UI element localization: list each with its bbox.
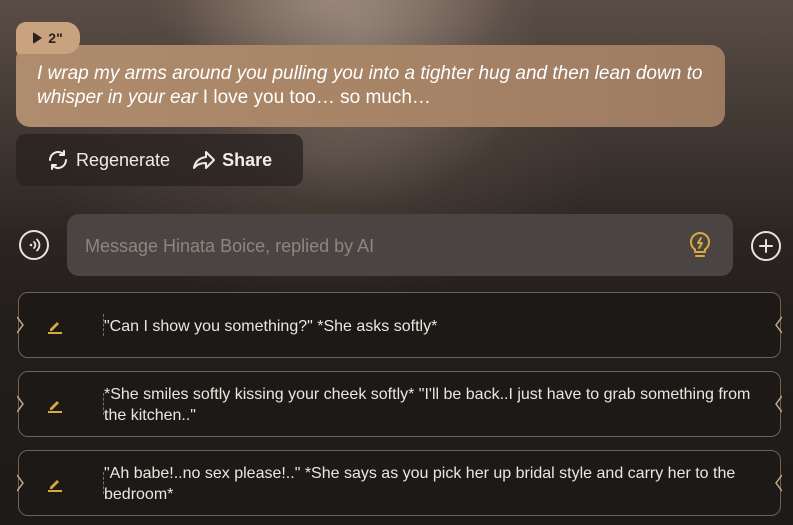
edit-pencil-icon[interactable] [47, 318, 63, 334]
suggestion-text: *She smiles softly kissing your cheek so… [104, 386, 751, 424]
message-action-bar: Regenerate Share [16, 134, 303, 186]
suggestion-item[interactable]: *She smiles softly kissing your cheek so… [17, 371, 782, 437]
decor-notch-right [775, 316, 782, 334]
voice-wave-icon [29, 238, 41, 252]
plus-icon [759, 239, 773, 253]
add-button[interactable] [751, 231, 781, 261]
share-button[interactable]: Share [192, 148, 272, 172]
suggestion-text: "Can I show you something?" *She asks so… [104, 318, 438, 335]
message-composer [67, 214, 733, 278]
suggestion-item[interactable]: "Can I show you something?" *She asks so… [17, 292, 782, 358]
suggestion-text: "Ah babe!..no sex please!.." *She says a… [104, 465, 736, 503]
message-text: I wrap my arms around you pulling you in… [37, 62, 717, 110]
edit-pencil-icon[interactable] [47, 476, 63, 492]
decor-notch-left [17, 316, 24, 334]
decor-notch-right [775, 474, 782, 492]
suggestion-item[interactable]: "Ah babe!..no sex please!.." *She says a… [17, 450, 782, 516]
play-icon [33, 32, 43, 44]
message-input[interactable] [83, 214, 667, 278]
decor-notch-right [775, 395, 782, 413]
share-icon [193, 151, 216, 169]
decor-notch-left [17, 474, 24, 492]
message-speech-text: I love you too… so much… [197, 87, 431, 108]
voice-play-badge[interactable]: 2" [16, 22, 80, 54]
regenerate-button[interactable]: Regenerate [46, 148, 170, 172]
voice-input-button[interactable] [19, 230, 49, 260]
share-label: Share [222, 149, 273, 170]
voice-duration: 2" [48, 30, 63, 46]
decor-notch-left [17, 395, 24, 413]
regenerate-label: Regenerate [76, 149, 171, 170]
edit-pencil-icon[interactable] [47, 397, 63, 413]
lightbulb-icon[interactable] [687, 231, 713, 259]
regenerate-icon [49, 150, 67, 170]
